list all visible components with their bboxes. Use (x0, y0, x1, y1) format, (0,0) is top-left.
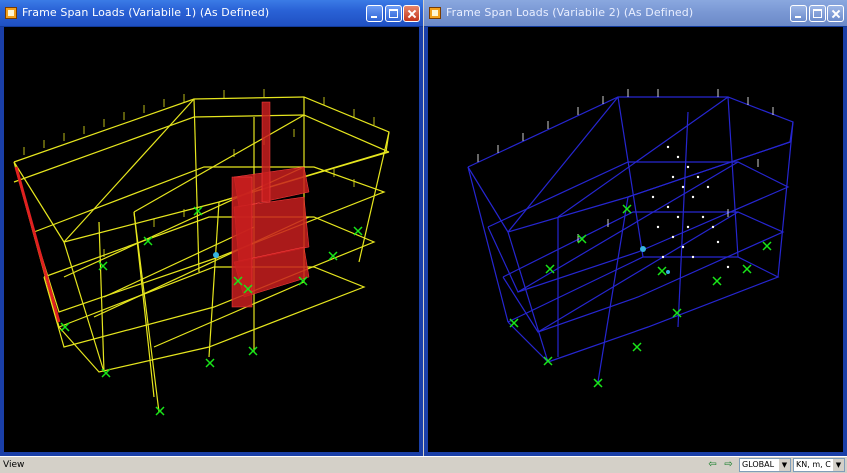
minimize-button[interactable] (790, 5, 807, 22)
close-button[interactable] (827, 5, 844, 22)
close-button[interactable] (403, 5, 420, 22)
coordinate-system-dropdown[interactable]: GLOBAL ▼ (739, 458, 791, 472)
sap2000-app-icon[interactable] (429, 7, 441, 19)
left-arrow-icon[interactable]: ⇦ (706, 459, 719, 471)
titlebar-right[interactable]: Frame Span Loads (Variabile 2) (As Defin… (424, 0, 847, 27)
units-dropdown[interactable]: KN, m, C ▼ (793, 458, 845, 472)
status-text: View (3, 460, 25, 470)
window-variabile-2[interactable]: Frame Span Loads (Variabile 2) (As Defin… (424, 0, 847, 456)
window-title-right: Frame Span Loads (Variabile 2) (As Defin… (446, 6, 694, 19)
sap2000-app-icon[interactable] (5, 7, 17, 19)
minimize-button[interactable] (366, 5, 383, 22)
model-viewport-left[interactable] (4, 27, 419, 452)
titlebar-left[interactable]: Frame Span Loads (Variabile 1) (As Defin… (0, 0, 423, 27)
coordinate-system-value: GLOBAL (742, 460, 775, 469)
maximize-button[interactable] (385, 5, 402, 22)
chevron-down-icon[interactable]: ▼ (833, 459, 844, 471)
model-viewport-right[interactable] (428, 27, 843, 452)
status-bar: View ⇦ ⇨ GLOBAL ▼ KN, m, C ▼ (0, 456, 847, 473)
frame-model-3d-left[interactable] (4, 27, 419, 452)
window-variabile-1[interactable]: Frame Span Loads (Variabile 1) (As Defin… (0, 0, 423, 456)
chevron-down-icon[interactable]: ▼ (779, 459, 790, 471)
frame-model-3d-right[interactable] (428, 27, 843, 452)
right-arrow-icon[interactable]: ⇨ (722, 459, 735, 471)
window-title-left: Frame Span Loads (Variabile 1) (As Defin… (22, 6, 270, 19)
units-value: KN, m, C (796, 460, 831, 469)
maximize-button[interactable] (809, 5, 826, 22)
